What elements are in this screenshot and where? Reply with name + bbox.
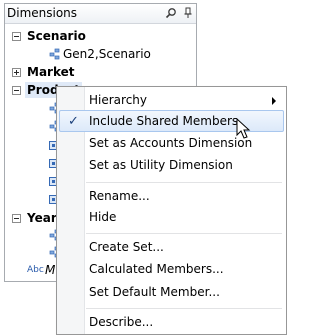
menu-item-label: Rename...	[89, 189, 150, 203]
menu-item-set-utility-dimension[interactable]: Set as Utility Dimension	[59, 154, 284, 176]
dimension-label: Scenario	[27, 29, 86, 43]
menu-item-label: Set as Accounts Dimension	[89, 136, 253, 150]
menu-item-label: Set as Utility Dimension	[89, 158, 233, 172]
tree-item-gen2-scenario[interactable]: Gen2,Scenario	[5, 46, 195, 62]
panel-title: Dimensions	[7, 6, 78, 20]
screen: Dimensions Scenario Gen2,Scenario Market…	[0, 0, 287, 335]
menu-separator	[86, 233, 282, 234]
abc-icon: Abc	[27, 265, 44, 275]
menu-item-label: Create Set...	[89, 240, 164, 254]
menu-item-hierarchy[interactable]: Hierarchy	[59, 89, 284, 111]
menu-item-label: Set Default Member...	[89, 285, 220, 299]
collapse-icon[interactable]	[12, 214, 21, 223]
dimension-label: Year	[27, 211, 57, 225]
level-label: Gen2,Scenario	[63, 47, 151, 61]
tree-item-scenario[interactable]: Scenario	[5, 28, 195, 44]
menu-item-rename[interactable]: Rename...	[59, 185, 284, 207]
menu-item-label: Hierarchy	[89, 93, 148, 107]
expand-icon[interactable]	[12, 68, 21, 77]
menu-item-label: Include Shared Members	[89, 114, 239, 128]
menu-item-label: Hide	[89, 210, 117, 224]
pin-icon[interactable]	[182, 7, 194, 19]
check-icon: ✓	[68, 114, 79, 129]
search-icon[interactable]	[165, 7, 177, 19]
panel-header: Dimensions	[5, 4, 196, 24]
submenu-arrow-icon	[272, 97, 276, 105]
menu-item-describe[interactable]: Describe...	[59, 311, 284, 333]
menu-separator	[86, 182, 282, 183]
context-menu: Hierarchy ✓ Include Shared Members Set a…	[56, 86, 287, 335]
collapse-icon[interactable]	[12, 32, 21, 41]
attribute-label: M	[45, 263, 56, 277]
menu-item-hide[interactable]: Hide	[59, 206, 284, 228]
menu-item-calculated-members[interactable]: Calculated Members...	[59, 258, 284, 280]
menu-item-label: Calculated Members...	[89, 262, 224, 276]
hierarchy-level-icon	[49, 48, 60, 60]
dimension-label: Market	[27, 65, 75, 79]
menu-separator	[86, 308, 282, 309]
mouse-cursor-icon	[236, 118, 251, 139]
menu-item-label: Describe...	[89, 315, 154, 329]
tree-item-market[interactable]: Market	[5, 64, 195, 80]
collapse-icon[interactable]	[12, 86, 21, 95]
menu-item-create-set[interactable]: Create Set...	[59, 236, 284, 258]
menu-item-set-default-member[interactable]: Set Default Member...	[59, 281, 284, 303]
